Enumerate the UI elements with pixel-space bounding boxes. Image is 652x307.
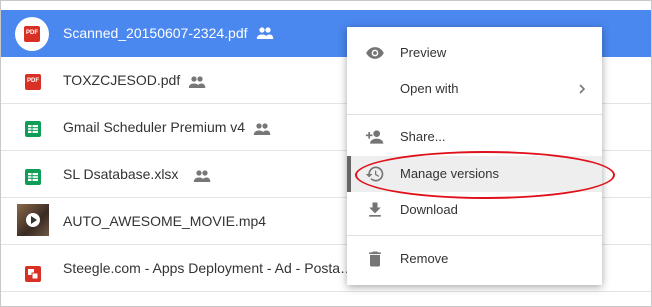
shared-people-icon [188, 76, 206, 88]
play-icon [26, 213, 40, 227]
file-list-frame: PDF Scanned_20150607-2324.pdf PDF TOXZCJ… [0, 0, 652, 307]
file-name: TOXZCJESOD.pdf [63, 72, 181, 88]
menu-item-manage-versions[interactable]: Manage versions [347, 156, 602, 192]
history-icon [365, 166, 384, 182]
add-person-icon [365, 130, 384, 144]
pdf-icon: PDF [24, 26, 40, 42]
pdf-badge: PDF [27, 78, 39, 84]
menu-item-open-with[interactable]: Open with [347, 71, 602, 107]
shared-people-icon [256, 27, 274, 39]
file-name: Scanned_20150607-2324.pdf [63, 25, 248, 41]
chevron-right-icon [579, 84, 586, 94]
slides-icon [25, 266, 41, 282]
menu-item-preview[interactable]: Preview [347, 35, 602, 71]
menu-item-label: Open with [400, 81, 459, 96]
menu-divider [347, 114, 602, 115]
menu-item-remove[interactable]: Remove [347, 241, 602, 277]
menu-item-label: Preview [400, 45, 447, 60]
menu-item-label: Remove [400, 251, 449, 266]
file-name: Gmail Scheduler Premium v4 [63, 119, 246, 135]
menu-item-label: Share... [400, 129, 446, 144]
shared-people-icon [253, 123, 271, 135]
pdf-badge: PDF [26, 30, 38, 36]
menu-divider [347, 235, 602, 236]
menu-item-label: Manage versions [400, 166, 499, 181]
sheets-icon [25, 121, 41, 137]
menu-item-download[interactable]: Download [347, 192, 602, 228]
hover-indicator [347, 156, 351, 192]
menu-item-label: Download [400, 202, 458, 217]
pdf-icon-circle: PDF [15, 17, 49, 51]
context-menu: Preview Open with Share... Manage versio… [347, 27, 602, 285]
download-icon [369, 202, 381, 217]
file-name: SL Dsatabase.xlsx [63, 166, 179, 182]
eye-icon [366, 47, 384, 59]
video-thumbnail [17, 204, 49, 236]
menu-item-share[interactable]: Share... [347, 119, 602, 155]
shared-people-icon [193, 170, 211, 182]
file-name: Steegle.com - Apps Deployment - Ad - Pos… [63, 260, 355, 276]
trash-icon [369, 251, 381, 267]
pdf-icon: PDF [25, 74, 41, 90]
file-name: AUTO_AWESOME_MOVIE.mp4 [63, 213, 267, 229]
sheets-icon [25, 169, 41, 185]
